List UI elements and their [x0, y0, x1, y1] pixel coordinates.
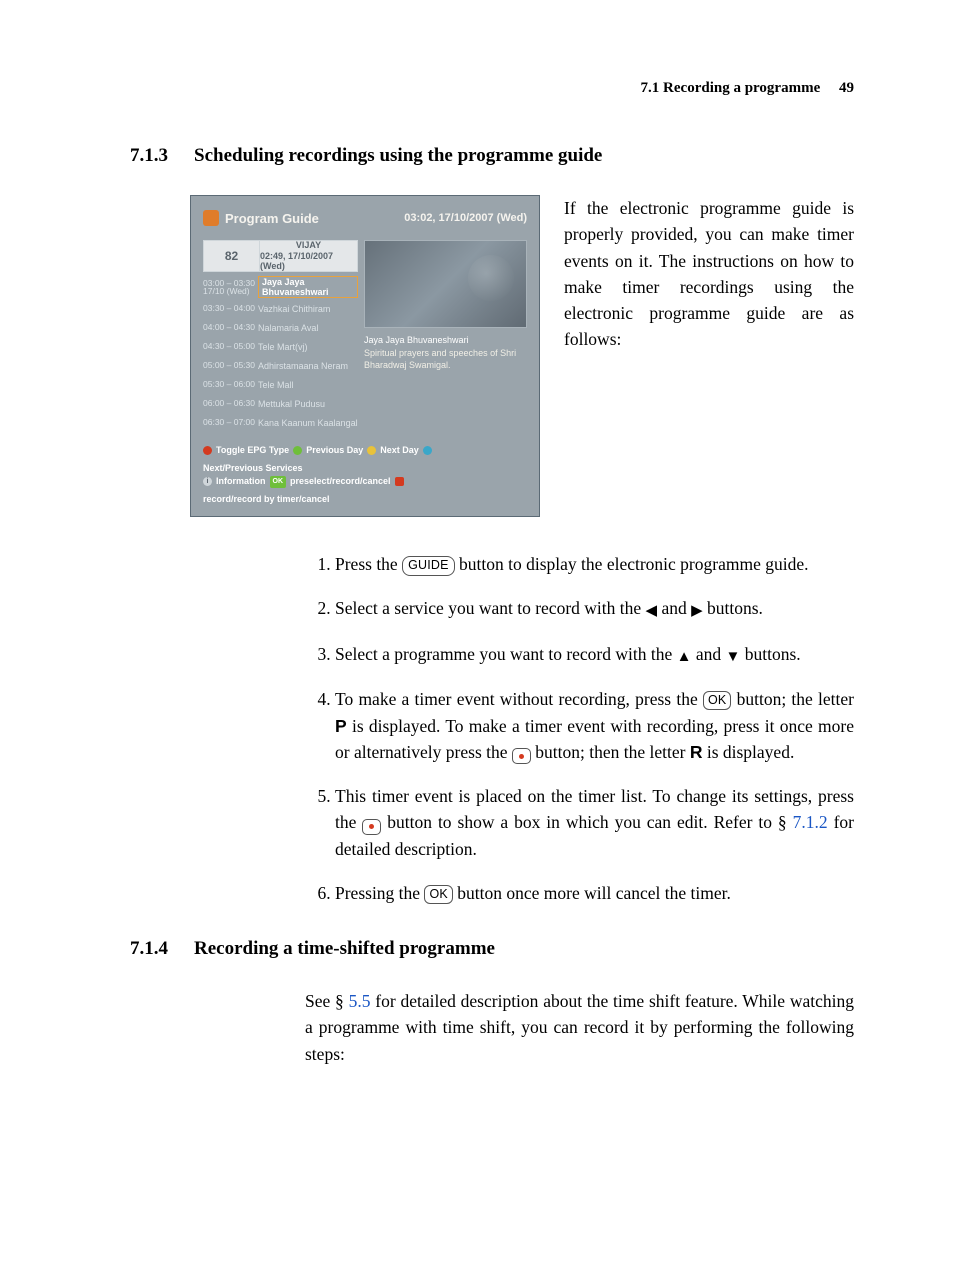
link-7-1-2[interactable]: 7.1.2: [793, 812, 828, 832]
section-number: 7.1.4: [130, 938, 194, 960]
info-dot-icon: i: [203, 477, 212, 486]
section-heading-714: 7.1.4 Recording a time-shifted programme: [130, 938, 854, 960]
cyan-dot-icon: [423, 446, 432, 455]
epg-left-column: 82 VIJAY 02:49, 17/10/2007 (Wed) 03:00 –…: [203, 240, 358, 432]
epg-row-title: Adhirstamaana Neram: [258, 361, 358, 371]
epg-row-title: Jaya Jaya Bhuvaneshwari: [258, 276, 358, 298]
step-4: To make a timer event without recording,…: [335, 686, 854, 765]
epg-footer: Toggle EPG Type Previous Day Next Day Ne…: [203, 444, 527, 506]
footer-prev: Previous Day: [306, 444, 363, 458]
footer-toggle: Toggle EPG Type: [216, 444, 289, 458]
epg-row-time: 05:30 – 06:00: [203, 380, 258, 389]
epg-programme-row: 05:30 – 06:00Tele Mall: [203, 375, 358, 394]
epg-channel-number: 82: [203, 240, 260, 272]
page-number: 49: [839, 80, 854, 96]
record-button-icon: [362, 819, 381, 835]
epg-row-time: 03:00 – 03:3017/10 (Wed): [203, 279, 258, 296]
section-title: Recording a time-shifted programme: [194, 938, 495, 960]
footer-np-services: Next/Previous Services: [203, 462, 303, 476]
record-button-icon: [512, 748, 531, 764]
epg-row-title: Kana Kaanum Kaalangal: [258, 418, 358, 428]
epg-titlebar: Program Guide 03:02, 17/10/2007 (Wed): [203, 206, 527, 230]
epg-row-time: 06:00 – 06:30: [203, 399, 258, 408]
section-714-body: See § 5.5 for detailed description about…: [305, 988, 854, 1067]
running-head: 7.1 Recording a programme 49: [130, 80, 854, 97]
ok-button: OK: [703, 691, 731, 710]
figure-row: Program Guide 03:02, 17/10/2007 (Wed) 82…: [130, 195, 854, 517]
epg-row-time: 06:30 – 07:00: [203, 418, 258, 427]
epg-programme-row: 06:00 – 06:30Mettukal Pudusu: [203, 394, 358, 413]
epg-footer-line-1: Toggle EPG Type Previous Day Next Day Ne…: [203, 444, 527, 475]
epg-video-preview: [364, 240, 527, 328]
step-5: This timer event is placed on the timer …: [335, 783, 854, 862]
up-arrow-icon: ▲: [677, 649, 692, 665]
step-2: Select a service you want to record with…: [335, 595, 854, 623]
programme-guide-figure: Program Guide 03:02, 17/10/2007 (Wed) 82…: [190, 195, 540, 517]
epg-meta-desc: Spiritual prayers and speeches of Shri B…: [364, 347, 527, 372]
down-arrow-icon: ▼: [726, 649, 741, 665]
footer-preselect: preselect/record/cancel: [290, 475, 391, 489]
steps-block: Press the GUIDE button to display the el…: [305, 551, 854, 906]
link-5-5[interactable]: 5.5: [349, 991, 371, 1011]
right-arrow-icon: ▶: [691, 603, 703, 619]
epg-row-title: Tele Mart(vj): [258, 342, 358, 352]
step-6: Pressing the OK button once more will ca…: [335, 880, 854, 906]
epg-programme-meta: Jaya Jaya Bhuvaneshwari Spiritual prayer…: [364, 334, 527, 372]
footer-next: Next Day: [380, 444, 419, 458]
letter-p: P: [335, 716, 347, 736]
yellow-dot-icon: [367, 446, 376, 455]
epg-programme-row: 04:30 – 05:00Tele Mart(vj): [203, 337, 358, 356]
running-section: 7.1 Recording a programme: [641, 80, 821, 96]
epg-app-icon: [203, 210, 219, 226]
letter-r: R: [690, 742, 703, 762]
green-dot-icon: [293, 446, 302, 455]
epg-programme-list: 03:00 – 03:3017/10 (Wed)Jaya Jaya Bhuvan…: [203, 275, 358, 432]
epg-row-title: Tele Mall: [258, 380, 358, 390]
epg-current-service: VIJAY 02:49, 17/10/2007 (Wed): [260, 240, 358, 272]
ok-chip-icon: OK: [270, 476, 287, 489]
epg-service-name: VIJAY: [296, 240, 321, 250]
epg-programme-row: 03:30 – 04:00Vazhkai Chithiram: [203, 299, 358, 318]
ok-button: OK: [424, 885, 452, 904]
page: 7.1 Recording a programme 49 7.1.3 Sched…: [0, 0, 954, 1127]
section-number: 7.1.3: [130, 145, 194, 167]
epg-row-time: 04:00 – 04:30: [203, 323, 258, 332]
epg-header-date: 03:02, 17/10/2007 (Wed): [404, 212, 527, 224]
guide-button: GUIDE: [402, 556, 455, 576]
epg-current-time: 02:49, 17/10/2007 (Wed): [260, 251, 357, 272]
epg-meta-title: Jaya Jaya Bhuvaneshwari: [364, 334, 527, 347]
step-3: Select a programme you want to record wi…: [335, 641, 854, 669]
epg-programme-row: 03:00 – 03:3017/10 (Wed)Jaya Jaya Bhuvan…: [203, 275, 358, 299]
footer-rec: record/record by timer/cancel: [203, 493, 330, 507]
epg-row-time: 05:00 – 05:30: [203, 361, 258, 370]
epg-footer-line-2: i Information OK preselect/record/cancel…: [203, 475, 527, 506]
epg-programme-row: 06:30 – 07:00Kana Kaanum Kaalangal: [203, 413, 358, 432]
epg-row-title: Vazhkai Chithiram: [258, 304, 358, 314]
section-title: Scheduling recordings using the programm…: [194, 145, 602, 167]
epg-programme-row: 05:00 – 05:30Adhirstamaana Neram: [203, 356, 358, 375]
red-dot-icon: [203, 446, 212, 455]
epg-programme-row: 04:00 – 04:30Nalamaria Aval: [203, 318, 358, 337]
intro-paragraph: If the electronic programme guide is pro…: [564, 195, 854, 353]
epg-header-row: 82 VIJAY 02:49, 17/10/2007 (Wed): [203, 240, 358, 272]
epg-row-time: 03:30 – 04:00: [203, 304, 258, 313]
epg-row-title: Nalamaria Aval: [258, 323, 358, 333]
epg-row-time: 04:30 – 05:00: [203, 342, 258, 351]
epg-right-column: Jaya Jaya Bhuvaneshwari Spiritual prayer…: [364, 240, 527, 432]
epg-row-title: Mettukal Pudusu: [258, 399, 358, 409]
section-heading-713: 7.1.3 Scheduling recordings using the pr…: [130, 145, 854, 167]
steps-list: Press the GUIDE button to display the el…: [305, 551, 854, 906]
left-arrow-icon: ◀: [646, 603, 658, 619]
footer-info: Information: [216, 475, 266, 489]
epg-window: Program Guide 03:02, 17/10/2007 (Wed) 82…: [190, 195, 540, 517]
epg-title: Program Guide: [225, 211, 398, 226]
epg-body: 82 VIJAY 02:49, 17/10/2007 (Wed) 03:00 –…: [203, 240, 527, 432]
step-1: Press the GUIDE button to display the el…: [335, 551, 854, 577]
record-chip-icon: [395, 477, 404, 486]
